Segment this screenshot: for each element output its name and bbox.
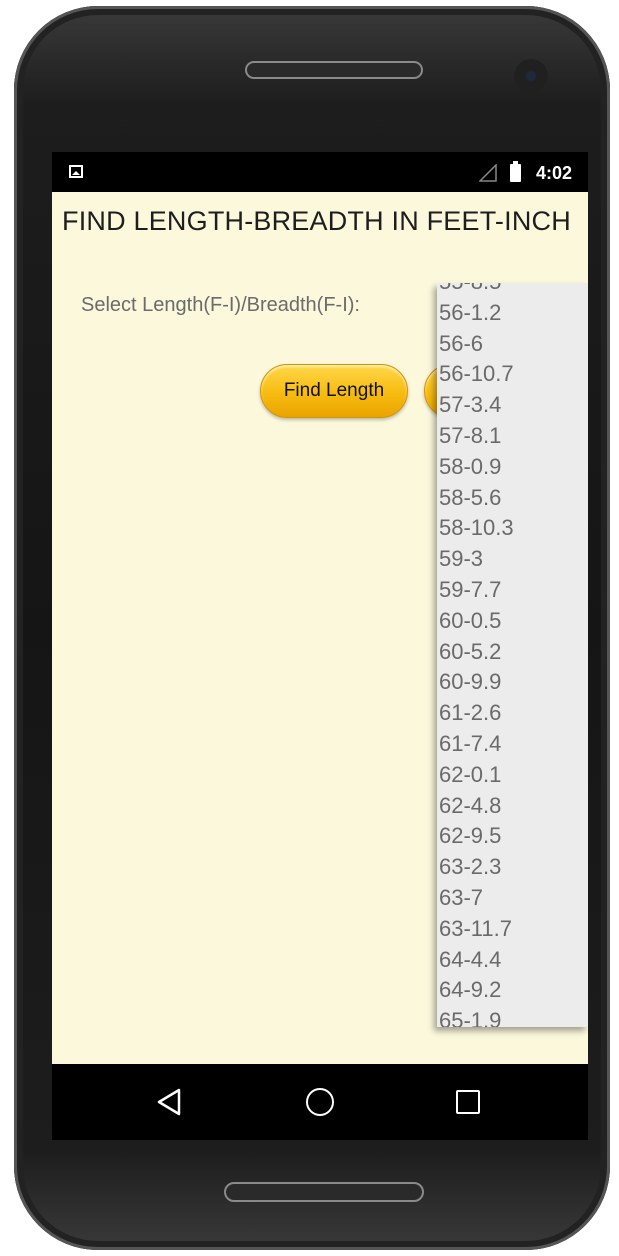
status-time: 4:02 [536, 163, 573, 183]
dropdown-item[interactable]: 59-3 [439, 544, 514, 575]
dropdown-item[interactable]: 63-11.7 [439, 914, 514, 945]
dropdown-item[interactable]: 58-5.6 [439, 483, 514, 514]
dropdown-item[interactable]: 56-6 [439, 329, 514, 360]
dropdown-item[interactable]: 62-9.5 [439, 821, 514, 852]
navigation-bar [52, 1064, 588, 1140]
front-camera [514, 59, 548, 93]
dropdown-item[interactable]: 60-9.9 [439, 667, 514, 698]
signal-icon [479, 164, 497, 182]
dropdown-item[interactable]: 57-8.1 [439, 421, 514, 452]
status-bar: 4:02 [52, 152, 588, 192]
dropdown-item[interactable]: 60-0.5 [439, 606, 514, 637]
dropdown-item[interactable]: 58-10.3 [439, 513, 514, 544]
dropdown-item[interactable]: 63-7 [439, 883, 514, 914]
dropdown-item[interactable]: 64-9.2 [439, 975, 514, 1006]
length-breadth-dropdown[interactable]: 55-8.5 56-1.256-656-10.757-3.457-8.158-0… [437, 283, 588, 1027]
dropdown-list: 55-8.5 56-1.256-656-10.757-3.457-8.158-0… [439, 283, 514, 1027]
dropdown-item[interactable]: 63-2.3 [439, 852, 514, 883]
dropdown-item[interactable]: 65-1.9 [439, 1006, 514, 1027]
dropdown-item[interactable]: 60-5.2 [439, 637, 514, 668]
dropdown-item[interactable]: 58-0.9 [439, 452, 514, 483]
dropdown-item-partial[interactable]: 55-8.5 [439, 283, 514, 298]
device-screen: 4:02 FIND LENGTH-BREADTH IN FEET-INCH Se… [52, 152, 588, 1140]
dropdown-item[interactable]: 64-4.4 [439, 945, 514, 976]
recent-apps-icon[interactable] [456, 1090, 480, 1114]
dropdown-item[interactable]: 61-2.6 [439, 698, 514, 729]
dropdown-item[interactable]: 61-7.4 [439, 729, 514, 760]
dropdown-item[interactable]: 62-0.1 [439, 760, 514, 791]
back-icon[interactable] [156, 1088, 182, 1116]
dropdown-item[interactable]: 56-1.2 [439, 298, 514, 329]
dropdown-item[interactable]: 57-3.4 [439, 390, 514, 421]
select-label: Select Length(F-I)/Breadth(F-I): [81, 294, 360, 316]
home-icon[interactable] [306, 1088, 334, 1116]
earpiece-speaker [245, 61, 423, 79]
bottom-speaker [224, 1182, 424, 1202]
image-notification-icon [69, 165, 83, 178]
battery-icon [510, 161, 521, 182]
find-length-button[interactable]: Find Length [260, 364, 408, 418]
page-title: FIND LENGTH-BREADTH IN FEET-INCH [62, 206, 571, 236]
dropdown-item[interactable]: 59-7.7 [439, 575, 514, 606]
dropdown-item[interactable]: 56-10.7 [439, 359, 514, 390]
dropdown-item[interactable]: 62-4.8 [439, 791, 514, 822]
